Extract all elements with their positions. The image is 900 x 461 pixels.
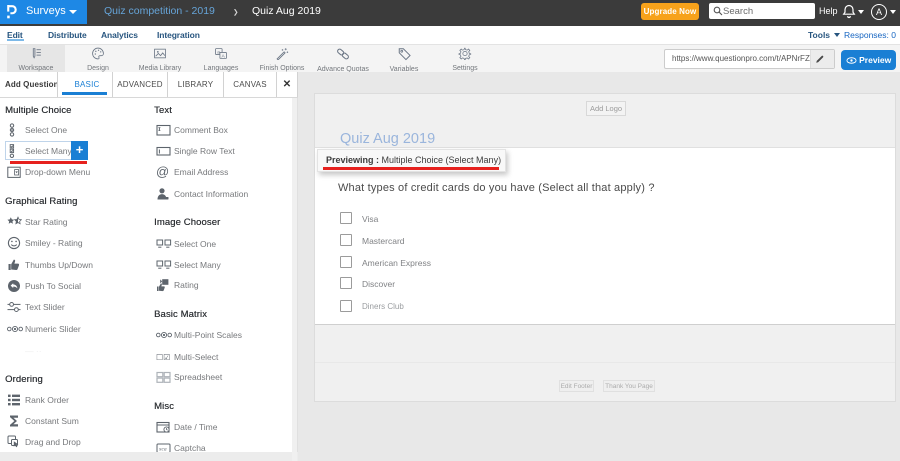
svg-text:☐☑: ☐☑ <box>156 353 170 362</box>
svg-text:@: @ <box>156 165 169 179</box>
